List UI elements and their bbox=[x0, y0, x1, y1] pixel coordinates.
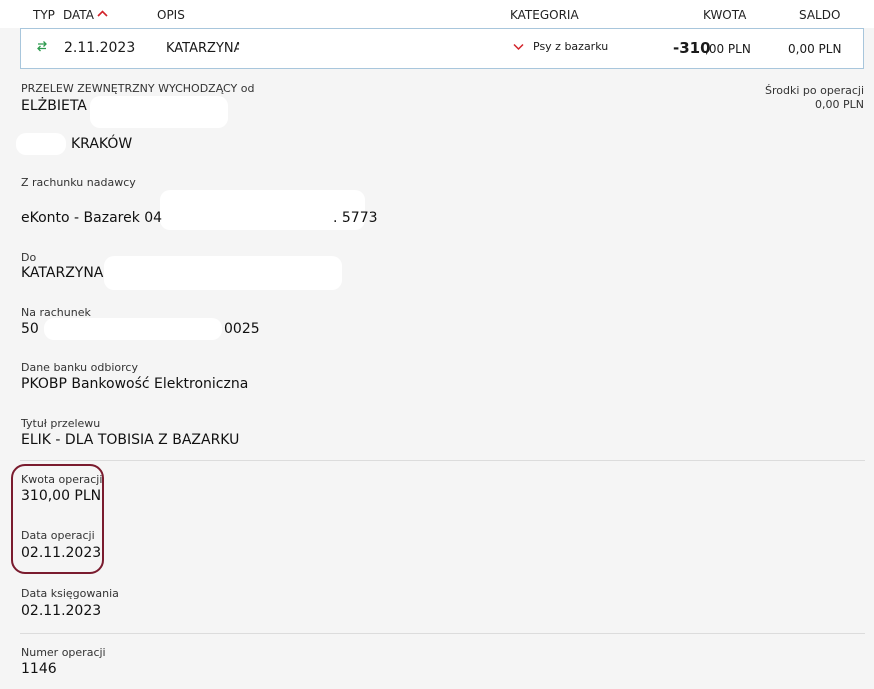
row-description: KATARZYNA bbox=[166, 41, 243, 56]
op-number-label: Numer operacji bbox=[21, 646, 106, 659]
table-header: TYP DATA OPIS KATEGORIA KWOTA SALDO bbox=[0, 0, 874, 28]
op-date-label: Data operacji bbox=[21, 529, 95, 542]
to-account-prefix: 50 bbox=[21, 321, 39, 337]
op-number-value: 1146 bbox=[21, 661, 57, 677]
redacted-area bbox=[90, 96, 228, 128]
from-account-label: Z rachunku nadawcy bbox=[21, 176, 136, 189]
booking-date-label: Data księgowania bbox=[21, 587, 119, 600]
col-description-header[interactable]: OPIS bbox=[157, 8, 185, 22]
title-value: ELIK - DLA TOBISIA Z BAZARKU bbox=[21, 432, 240, 448]
from-account-suffix: . 5773 bbox=[333, 210, 378, 226]
amount-value: 310,00 PLN bbox=[21, 488, 102, 504]
col-balance-header[interactable]: SALDO bbox=[799, 8, 840, 22]
section-divider bbox=[20, 460, 865, 461]
row-date: 2.11.2023 bbox=[64, 40, 136, 56]
chevron-down-icon[interactable] bbox=[513, 40, 524, 55]
redacted-area bbox=[16, 133, 66, 155]
transfer-type: PRZELEW ZEWNĘTRZNY WYCHODZĄCY od bbox=[21, 82, 255, 95]
to-label: Do bbox=[21, 251, 37, 264]
bank-label: Dane banku odbiorcy bbox=[21, 361, 138, 374]
redacted-area bbox=[104, 256, 342, 290]
transaction-row[interactable]: 2.11.2023 KATARZYNA Psy z bazarku -310 ,… bbox=[20, 28, 864, 69]
amount-label: Kwota operacji bbox=[21, 473, 103, 486]
redacted-area bbox=[44, 318, 222, 340]
row-balance: 0,00 PLN bbox=[788, 42, 842, 56]
col-category-header[interactable]: KATEGORIA bbox=[510, 8, 579, 22]
transfer-arrows-icon bbox=[36, 39, 48, 57]
sender-city: KRAKÓW bbox=[71, 136, 133, 152]
balance-after-label: Środki po operacji bbox=[764, 84, 864, 97]
col-amount-header[interactable]: KWOTA bbox=[703, 8, 746, 22]
to-account-suffix: 0025 bbox=[224, 321, 260, 337]
redacted-area bbox=[239, 35, 389, 63]
sort-ascending-icon[interactable] bbox=[97, 9, 108, 20]
title-label: Tytuł przelewu bbox=[21, 417, 101, 430]
op-date-value: 02.11.2023 bbox=[21, 545, 102, 561]
col-type-header[interactable]: TYP bbox=[33, 8, 55, 22]
booking-date-value: 02.11.2023 bbox=[21, 603, 102, 619]
from-account-name: eKonto - Bazarek 04 bbox=[21, 210, 163, 226]
section-divider bbox=[20, 633, 865, 634]
row-amount-decimal: ,00 PLN bbox=[705, 42, 751, 56]
bank-value: PKOBP Bankowość Elektroniczna bbox=[21, 376, 249, 392]
col-date-header[interactable]: DATA bbox=[63, 8, 94, 22]
row-category[interactable]: Psy z bazarku bbox=[533, 40, 608, 53]
balance-after-value: 0,00 PLN bbox=[815, 98, 864, 111]
to-value: KATARZYNA bbox=[21, 265, 104, 281]
